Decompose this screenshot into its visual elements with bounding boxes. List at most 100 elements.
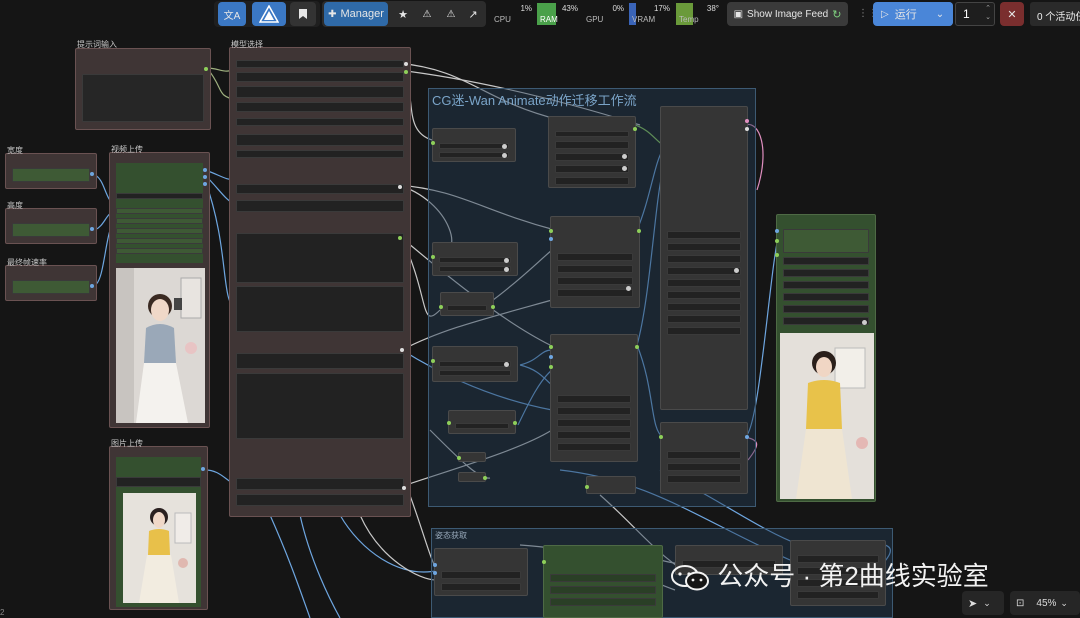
widget[interactable] [555,177,629,185]
toggle[interactable] [622,166,627,171]
output-slot[interactable] [204,67,208,71]
input-slot[interactable] [433,563,437,567]
input-slot[interactable] [775,253,779,257]
widget[interactable] [555,131,629,137]
bookmark-button[interactable] [290,2,316,26]
sampler-node[interactable] [549,334,639,462]
widget[interactable] [555,153,629,161]
output-slot[interactable] [513,421,517,425]
output-slot[interactable] [483,476,487,480]
widget[interactable] [236,233,404,283]
run-options-dropdown[interactable]: ⌄ [927,2,953,26]
input-slot[interactable] [549,355,553,359]
widget[interactable] [557,419,631,427]
widget[interactable] [667,315,741,323]
widget[interactable] [557,431,631,439]
widget[interactable] [667,327,741,335]
image-upload-node[interactable]: 图片上传 [109,439,208,610]
input-slot[interactable] [457,456,461,460]
output-slot[interactable] [404,62,408,66]
chevron-down-icon[interactable]: ⌄ [983,598,991,609]
widget[interactable] [236,150,404,158]
fps-node[interactable]: 最终帧速率 [5,258,97,301]
input-slot[interactable] [775,239,779,243]
input-slot[interactable] [431,141,435,145]
widget[interactable] [116,228,203,234]
small-node[interactable] [439,292,495,316]
output-slot[interactable] [201,467,205,471]
widget[interactable] [439,257,511,263]
widget[interactable] [557,407,631,415]
widget[interactable] [667,463,741,471]
output-slot[interactable] [398,236,402,240]
toggle[interactable] [862,320,867,325]
output-slot[interactable] [90,227,94,231]
value-widget[interactable] [12,280,90,294]
output-slot[interactable] [635,345,639,349]
output-slot[interactable] [402,486,406,490]
input-slot[interactable] [439,305,443,309]
small-node[interactable] [447,410,517,434]
output-slot[interactable] [90,284,94,288]
decode-node[interactable] [659,422,749,494]
node-canvas[interactable]: CG迷-Wan Animate动作迁移工作流 姿态获取 提示词输入 模型选择 宽… [0,0,1080,618]
widget[interactable] [557,395,631,403]
widget[interactable] [783,281,869,289]
output-slot[interactable] [90,172,94,176]
widget[interactable] [455,423,509,429]
active-queue-label[interactable]: 0 个活动任 [1030,2,1080,26]
widget[interactable] [236,494,404,506]
stop-button[interactable]: ✕ [1000,2,1024,26]
translate-button[interactable]: 文A [218,2,246,26]
widget[interactable] [557,253,633,261]
widget[interactable] [667,279,741,287]
widget[interactable] [439,152,509,158]
output-slot[interactable] [745,119,749,123]
input-slot[interactable] [433,571,437,575]
input-slot[interactable] [431,255,435,259]
widget[interactable] [667,243,741,251]
output-slot[interactable] [203,168,207,172]
toggle[interactable] [622,154,627,159]
widget[interactable] [667,475,741,483]
widget[interactable] [236,478,404,490]
share-button[interactable]: ↗ [462,2,484,26]
widget[interactable] [783,269,869,277]
output-slot[interactable] [400,348,404,352]
widget[interactable] [783,257,869,265]
widget[interactable] [116,208,203,214]
reroute-node[interactable] [458,472,487,482]
video-combine-node[interactable] [660,106,749,410]
input-slot[interactable] [447,421,451,425]
value-widget[interactable] [12,223,90,237]
small-node[interactable] [585,476,636,494]
toggle[interactable] [504,362,509,367]
output-slot[interactable] [745,127,749,131]
text-encode-node[interactable] [548,116,637,188]
input-slot[interactable] [431,359,435,363]
widget[interactable] [555,165,629,173]
model-select-node[interactable]: 模型选择 [229,40,411,517]
widget[interactable] [439,143,509,149]
toggle[interactable] [626,286,631,291]
widget[interactable] [667,231,741,239]
widget[interactable] [783,229,869,253]
widget[interactable] [667,267,741,275]
pointer-icon[interactable]: ➤ [968,597,977,610]
widget[interactable] [667,255,741,263]
widget[interactable] [116,218,203,224]
output-slot[interactable] [398,185,402,189]
input-slot[interactable] [585,485,589,489]
widget[interactable] [441,571,521,579]
widget[interactable] [557,265,633,273]
widget[interactable] [236,102,404,112]
value-widget[interactable] [12,168,90,182]
widget[interactable] [667,303,741,311]
output-slot[interactable] [637,229,641,233]
zoom-control[interactable]: ⊡ 45% ⌄ [1010,591,1080,615]
widget[interactable] [550,574,656,582]
widget[interactable] [116,248,203,254]
model-icon-button[interactable]: ⚠ [416,2,438,26]
pose-detect-node[interactable] [542,545,663,618]
star-button[interactable]: ★ [392,2,414,26]
